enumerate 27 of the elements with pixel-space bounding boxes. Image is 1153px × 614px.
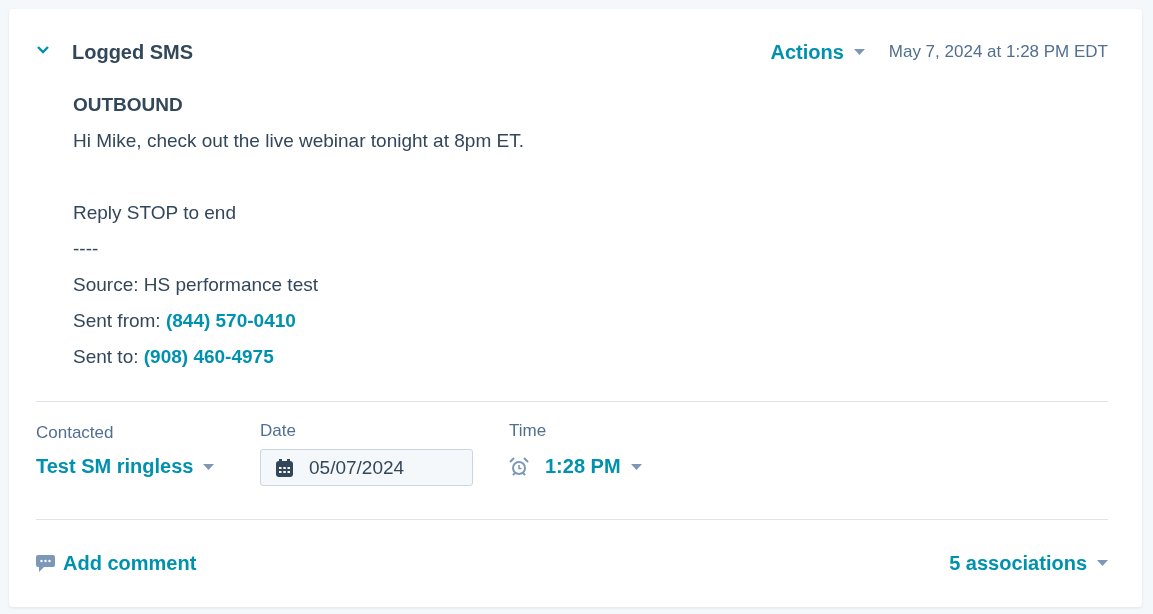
message-line: Reply STOP to end [73, 201, 237, 225]
time-dropdown[interactable]: 1:28 PM [545, 455, 642, 478]
date-field[interactable]: 05/07/2024 [260, 449, 473, 486]
message-line: Sent to: (908) 460-4975 [73, 345, 275, 369]
add-comment-button[interactable]: Add comment [36, 551, 197, 575]
caret-icon [203, 463, 215, 470]
associations-dropdown[interactable]: 5 associations [949, 551, 1108, 575]
contact-dropdown[interactable]: Test SM ringless [36, 455, 260, 478]
field-label: Time [509, 421, 548, 441]
message-line: Source: HS performance test [73, 273, 319, 297]
caret-icon [630, 463, 642, 470]
actions-dropdown[interactable]: Actions [770, 40, 865, 64]
field-label: Contacted [36, 423, 115, 443]
message-line: Hi Mike, check out the live webinar tonight at 8pm ET. [73, 129, 525, 153]
message-line: ---- [73, 237, 100, 261]
caret-icon [853, 49, 865, 55]
caret-icon [1097, 560, 1108, 566]
message-line: Sent from: (844) 570-0410 [73, 309, 297, 333]
field-label: Date [260, 421, 297, 441]
alarm-clock-icon [509, 456, 529, 477]
activity-title: Logged SMS [72, 40, 195, 64]
comment-icon [36, 554, 55, 572]
phone-link[interactable]: (908) 460-4975 [143, 346, 274, 367]
direction-label: OUTBOUND [73, 93, 184, 117]
calendar-icon [276, 458, 293, 477]
phone-link[interactable]: (844) 570-0410 [165, 310, 296, 331]
timestamp: May 7, 2024 at 1:28 PM EDT [888, 42, 1108, 62]
